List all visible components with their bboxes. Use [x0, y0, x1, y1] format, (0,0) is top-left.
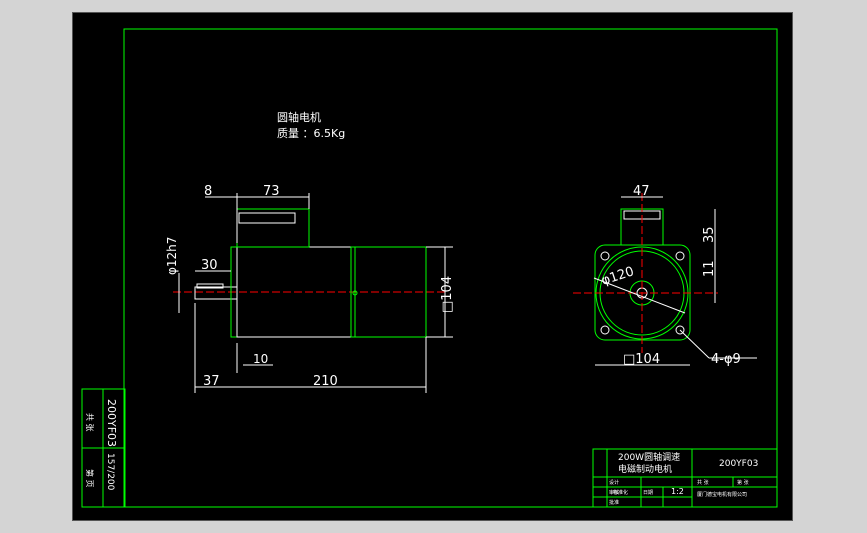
note-line1: 圆轴电机: [277, 110, 321, 124]
inner-border: [123, 28, 778, 508]
dim-shaft-dia: φ12h7: [165, 237, 179, 275]
tb-cell-c: 设计: [609, 479, 619, 486]
tb-title-line2: 电磁制动电机: [618, 463, 672, 475]
tb-title-line1: 200W圆轴调速: [618, 451, 680, 463]
cad-viewport: 圆轴电机 质量 ：6.5Kg 8 73 φ12h7 30 □104 10 37 …: [0, 0, 867, 533]
dim-pcd: φ120: [600, 264, 636, 289]
dim-square: □104: [623, 352, 660, 367]
dim-length: 210: [313, 374, 338, 389]
tb-cell-a: 共 张: [697, 479, 709, 486]
left-ratio: 157/200: [105, 453, 115, 491]
drawing-sheet[interactable]: 圆轴电机 质量 ：6.5Kg 8 73 φ12h7 30 □104 10 37 …: [72, 12, 793, 521]
dim-box-h: 35: [702, 226, 717, 243]
dim-holes: 4-φ9: [711, 352, 741, 367]
tb-cell-b: 第 张: [737, 479, 749, 486]
note-line2: 质量 ：6.5Kg: [277, 127, 345, 140]
tb-company: 厦门德宝电机有限公司: [697, 491, 747, 498]
dim-offset: 37: [203, 374, 220, 389]
dim-hole-leader: [679, 329, 710, 359]
dim-shaft-len: 30: [201, 258, 218, 273]
hole-tl: [600, 251, 610, 261]
dim-box: 73: [263, 184, 280, 199]
tb-scale: 1:2: [671, 487, 684, 496]
hole-tr: [675, 251, 685, 261]
dim-flange-thk: 10: [253, 352, 268, 366]
left-label-a: 共 张: [85, 413, 94, 432]
terminal-lid: [238, 212, 296, 224]
tb-cell-e: 标准化: [613, 489, 628, 496]
side-view: 8 73 φ12h7 30 □104 10 37 210: [165, 184, 455, 393]
front-view: 47 35 11 φ120 □104 4-φ9: [573, 184, 757, 367]
drawing-svg: 圆轴电机 质量 ：6.5Kg 8 73 φ12h7 30 □104 10 37 …: [81, 28, 778, 508]
tb-cell-g: 批准: [609, 499, 619, 506]
title-block: 200W圆轴调速 电磁制动电机 200YF03 1:2 共 张 第 张 设计 审…: [592, 448, 778, 508]
dim-box-w: 47: [633, 184, 650, 199]
terminal-box: [236, 208, 310, 248]
dim-flange-dia: □104: [440, 276, 455, 313]
left-label-b: 第 页: [85, 469, 95, 488]
tb-cell-f: 日期: [643, 490, 653, 496]
left-code: 200YF03: [105, 399, 118, 447]
tb-drawing-no: 200YF03: [719, 459, 758, 469]
dim-key: 8: [204, 184, 212, 199]
hole-bl: [600, 325, 610, 335]
dim-center-h: 11: [702, 260, 717, 277]
